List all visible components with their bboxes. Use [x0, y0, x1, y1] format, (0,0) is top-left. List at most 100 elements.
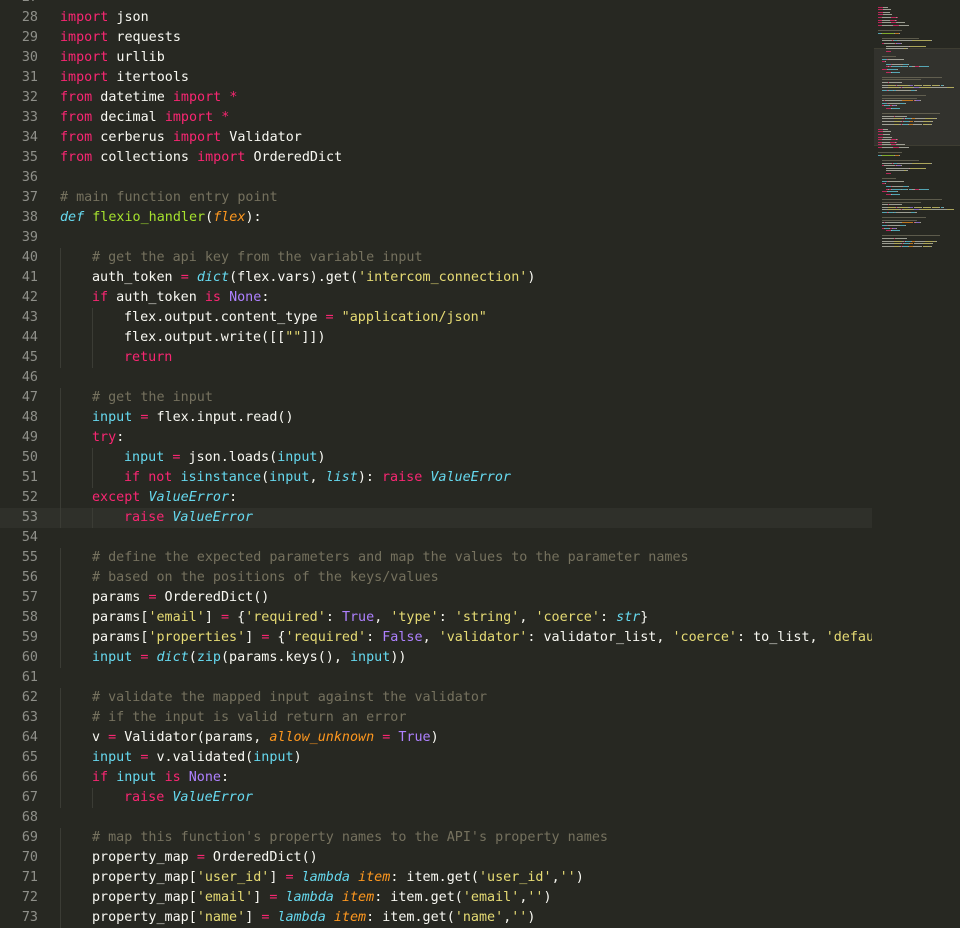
code-token: from — [60, 130, 93, 145]
code-token: 'properties' — [148, 630, 246, 645]
code-line[interactable]: 32 from datetime import * — [0, 88, 872, 108]
code-line[interactable]: 41 auth_token = dict(flex.vars).get('inte… — [0, 268, 872, 288]
code-text: # if the input is valid return an error — [92, 708, 406, 728]
code-token: item — [333, 910, 367, 925]
code-line[interactable]: 64 v = Validator(params, allow_unknown = … — [0, 728, 872, 748]
code-line[interactable]: 67 raise ValueError — [0, 788, 872, 808]
code-line[interactable]: 29 import requests — [0, 28, 872, 48]
minimap-line — [920, 66, 930, 68]
minimap-line — [882, 235, 940, 237]
code-text: import urllib — [60, 48, 165, 68]
code-token: ) — [575, 870, 584, 885]
code-line[interactable]: 31 import itertools — [0, 68, 872, 88]
code-line[interactable]: 46 — [0, 368, 872, 388]
code-line[interactable]: 49 try: — [0, 428, 872, 448]
minimap-line — [881, 139, 891, 141]
code-line[interactable]: 34 from cerberus import Validator — [0, 128, 872, 148]
line-number: 57 — [21, 590, 38, 605]
code-line[interactable]: 68 — [0, 808, 872, 828]
line-number: 28 — [21, 10, 38, 25]
code-line[interactable]: 52 except ValueError: — [0, 488, 872, 508]
code-token: import — [164, 110, 214, 125]
code-text: import requests — [60, 28, 181, 48]
minimap-line — [882, 40, 892, 42]
code-line[interactable]: 53 raise ValueError — [0, 508, 872, 528]
code-line[interactable]: 38 def flexio_handler(flex): — [0, 208, 872, 228]
code-line[interactable]: 35 from collections import OrderedDict — [0, 148, 872, 168]
minimap-line — [882, 76, 942, 78]
minimap-line — [892, 66, 902, 68]
code-line[interactable]: 33 from decimal import * — [0, 108, 872, 128]
code-line[interactable]: 58 params['email'] = {'required': True, '… — [0, 608, 872, 628]
minimap-line — [882, 95, 927, 96]
code-token: = — [285, 870, 294, 885]
minimap-line — [886, 48, 904, 50]
code-line[interactable]: 71 property_map['user_id'] = lambda item:… — [0, 868, 872, 888]
indent-guide — [60, 748, 61, 768]
code-line[interactable]: 28 import json — [0, 8, 872, 28]
line-number: 29 — [21, 30, 38, 45]
code-line[interactable]: 39 — [0, 228, 872, 248]
line-number: 41 — [21, 270, 38, 285]
code-line[interactable]: 27 — [0, 0, 872, 8]
minimap-line — [884, 183, 886, 185]
code-token: , — [519, 610, 536, 625]
code-line[interactable]: 57 params = OrderedDict() — [0, 588, 872, 608]
code-line[interactable]: 42 if auth_token is None: — [0, 288, 872, 308]
code-line[interactable]: 56 # based on the positions of the keys/v… — [0, 568, 872, 588]
code-token: lambda — [301, 870, 350, 885]
code-token: params[ — [92, 630, 149, 645]
indent-guide — [60, 708, 61, 728]
code-token: raise — [124, 510, 165, 525]
code-line[interactable]: 43 flex.output.content_type = "applicatio… — [0, 308, 872, 328]
code-line[interactable]: 30 import urllib — [0, 48, 872, 68]
code-token: flex — [213, 210, 246, 225]
code-line[interactable]: 72 property_map['email'] = lambda item: i… — [0, 888, 872, 908]
code-text: # get the input — [92, 388, 213, 408]
code-line[interactable]: 65 input = v.validated(input) — [0, 748, 872, 768]
code-line[interactable]: 62 # validate the mapped input against th… — [0, 688, 872, 708]
code-line[interactable]: 40 # get the api key from the variable in… — [0, 248, 872, 268]
code-line[interactable]: 51 if not isinstance(input, list): raise … — [0, 468, 872, 488]
minimap-line — [911, 40, 931, 42]
code-token: * — [221, 110, 230, 125]
code-line[interactable]: 73 property_map['name'] = lambda item: it… — [0, 908, 872, 928]
line-number: 71 — [21, 870, 38, 885]
code-text: # map this function's property names to … — [92, 828, 608, 848]
code-line[interactable]: 69 # map this function's property names t… — [0, 828, 872, 848]
code-token: if — [124, 470, 141, 485]
code-line[interactable]: 70 property_map = OrderedDict() — [0, 848, 872, 868]
code-line[interactable]: 61 — [0, 668, 872, 688]
code-line[interactable]: 55 # define the expected parameters and m… — [0, 548, 872, 568]
indent-guide — [60, 488, 61, 508]
code-line[interactable]: 54 — [0, 528, 872, 548]
code-token: ) — [543, 890, 552, 905]
minimap-line — [882, 245, 894, 247]
code-token: flex.output.content_type — [124, 310, 326, 325]
code-line[interactable]: 50 input = json.loads(input) — [0, 448, 872, 468]
code-editor[interactable]: 27 28 import json 29 import requests 30 import… — [0, 0, 872, 928]
minimap-line — [881, 141, 890, 143]
code-token: True — [398, 730, 431, 745]
code-line[interactable]: 47 # get the input — [0, 388, 872, 408]
code-token: from — [60, 90, 93, 105]
code-token: ] — [253, 890, 270, 905]
code-token: : — [229, 490, 238, 505]
code-line[interactable]: 63 # if the input is valid return an erro… — [0, 708, 872, 728]
minimap[interactable] — [872, 0, 960, 925]
code-line[interactable]: 37 # main function entry point — [0, 188, 872, 208]
code-line[interactable]: 48 input = flex.input.read() — [0, 408, 872, 428]
line-number: 62 — [21, 690, 38, 705]
code-token: = — [180, 270, 189, 285]
code-line[interactable]: 59 params['properties'] = {'required': Fa… — [0, 628, 872, 648]
code-line[interactable]: 60 input = dict(zip(params.keys(), input)… — [0, 648, 872, 668]
code-line[interactable]: 36 — [0, 168, 872, 188]
code-text: # get the api key from the variable inpu… — [92, 248, 423, 268]
minimap-line — [889, 204, 902, 206]
code-line[interactable]: 44 flex.output.write([[""]]) — [0, 328, 872, 348]
code-line[interactable]: 66 if input is None: — [0, 768, 872, 788]
code-line[interactable]: 45 return — [0, 348, 872, 368]
code-token: : item.get( — [374, 890, 463, 905]
